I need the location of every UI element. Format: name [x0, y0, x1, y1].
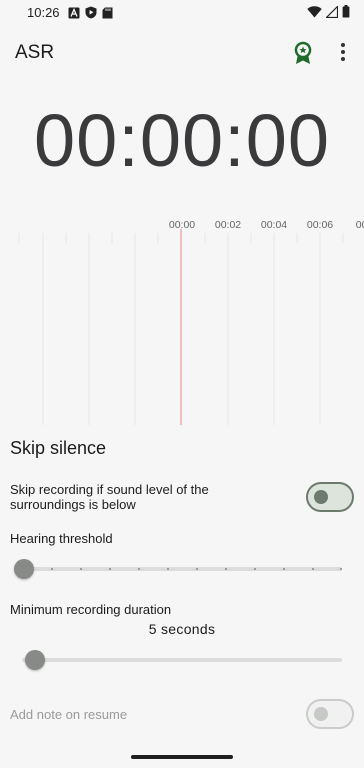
waveform-timeline: 00:00 00:02 00:04 00:06 00:0	[0, 213, 364, 428]
min-duration-label: Minimum recording duration	[10, 602, 172, 617]
status-time: 10:26	[27, 5, 60, 20]
slider-thumb[interactable]	[25, 650, 45, 670]
signal-icon	[325, 5, 339, 23]
tick-label: 00:0	[356, 219, 364, 231]
font-a-icon	[68, 6, 80, 24]
switch-knob	[314, 490, 328, 504]
status-left-icons	[68, 6, 113, 24]
add-note-switch[interactable]	[306, 699, 354, 729]
shield-play-icon	[85, 6, 97, 24]
timer-display: 00:00:00	[33, 99, 331, 182]
slider-track	[14, 567, 342, 571]
app-bar: ASR	[0, 38, 364, 68]
hearing-threshold-slider[interactable]	[14, 559, 342, 579]
award-badge-icon[interactable]	[293, 41, 313, 70]
status-bar: 10:26	[0, 0, 364, 26]
min-duration-slider[interactable]	[22, 650, 342, 670]
status-right-icons	[307, 5, 350, 23]
switch-knob	[314, 707, 328, 721]
wifi-icon	[307, 5, 322, 23]
more-vert-icon[interactable]	[337, 42, 349, 62]
skip-recording-label: Skip recording if sound level of the sur…	[10, 482, 209, 512]
slider-track	[22, 658, 342, 662]
sd-card-icon	[102, 6, 113, 24]
battery-icon	[342, 5, 350, 23]
tick-label: 00:00	[169, 219, 195, 231]
tick-label: 00:06	[307, 219, 333, 231]
min-duration-value: 5 seconds	[148, 621, 216, 637]
add-note-label: Add note on resume	[10, 707, 128, 722]
tick-label: 00:02	[215, 219, 241, 231]
hearing-threshold-label: Hearing threshold	[10, 531, 113, 546]
slider-thumb[interactable]	[14, 559, 34, 579]
tick-label: 00:04	[261, 219, 287, 231]
home-indicator[interactable]	[131, 755, 233, 759]
skip-silence-switch[interactable]	[306, 482, 354, 512]
app-title: ASR	[15, 42, 55, 63]
section-title-skip-silence: Skip silence	[10, 438, 107, 458]
